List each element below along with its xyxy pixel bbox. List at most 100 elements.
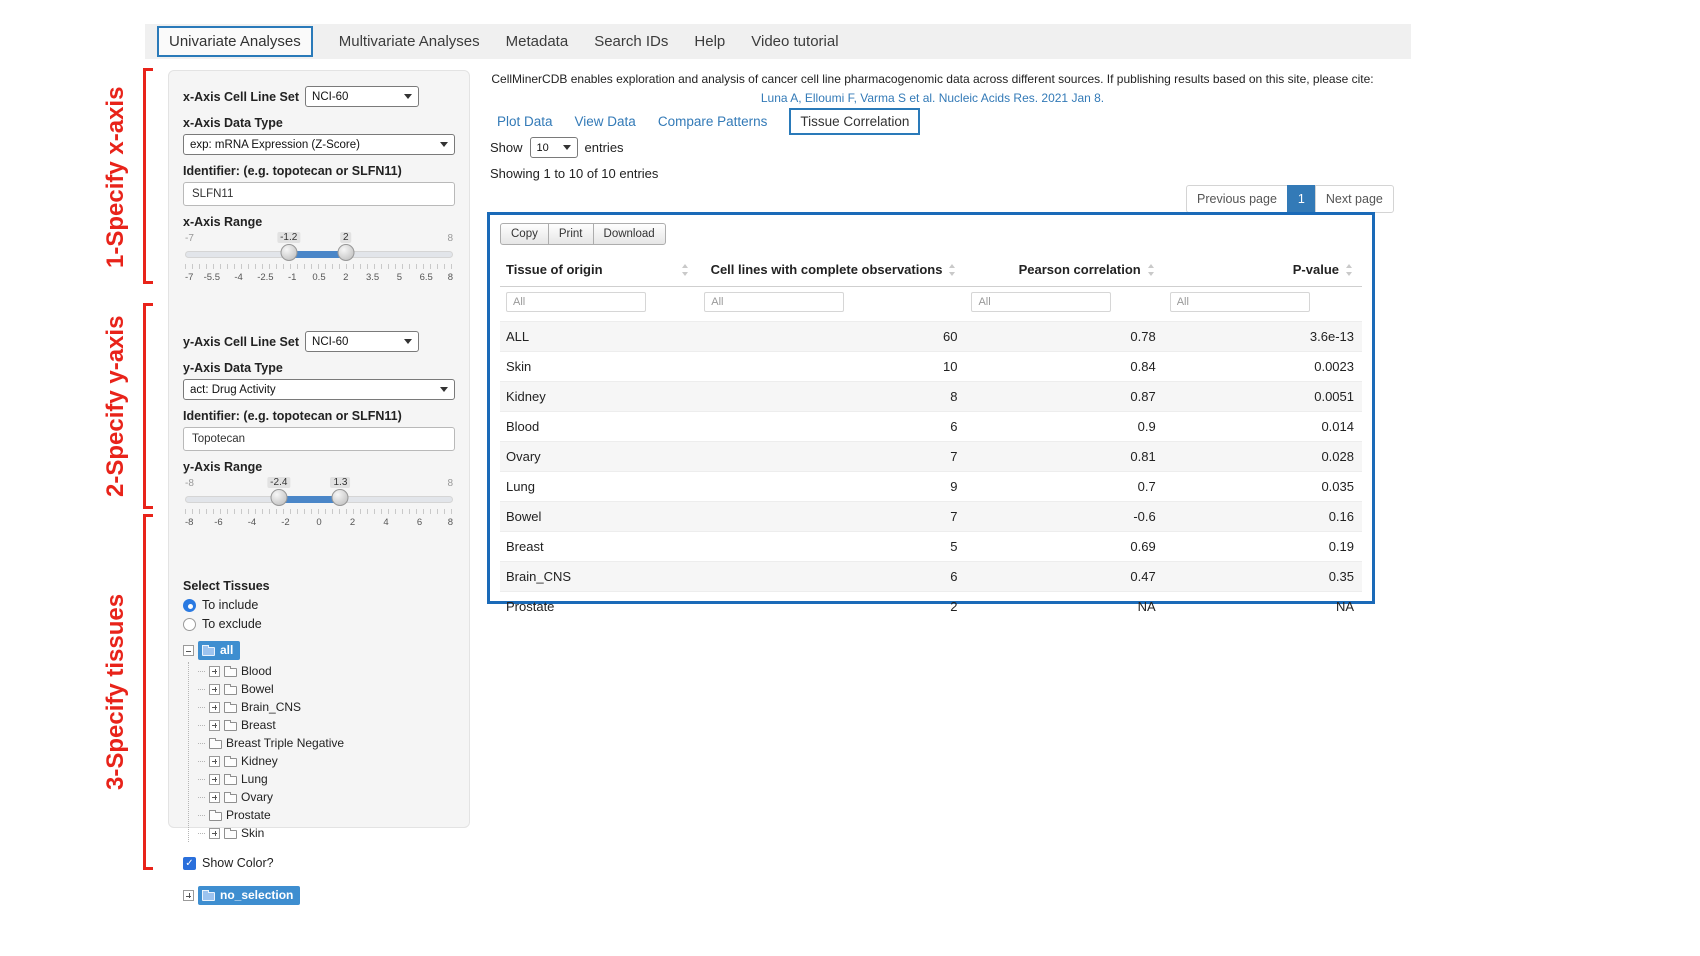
x-identifier-input[interactable] — [183, 182, 455, 206]
chevron-down-icon — [440, 387, 448, 392]
sort-icon[interactable] — [948, 263, 957, 277]
radio-unselected-icon[interactable] — [183, 618, 196, 631]
collapse-icon[interactable] — [183, 645, 194, 656]
col-pearson-correlation[interactable]: Pearson correlation — [965, 253, 1163, 287]
y-cell-line-set-select[interactable]: NCI-60 — [305, 331, 419, 352]
x-range-handle-from[interactable] — [280, 244, 297, 261]
tissue-tree: all Blood Bowel Brain_CNS — [183, 639, 455, 842]
tick-label: -1 — [288, 272, 296, 283]
nav-univariate-analyses[interactable]: Univariate Analyses — [157, 26, 313, 57]
tree-node-blood[interactable]: Blood — [198, 662, 455, 680]
nav-metadata[interactable]: Metadata — [506, 33, 569, 50]
exclude-radio-row[interactable]: To exclude — [183, 617, 455, 631]
table-row[interactable]: Breast 5 0.69 0.19 — [500, 532, 1362, 562]
copy-button[interactable]: Copy — [500, 223, 549, 245]
page-size-select[interactable]: 10 — [530, 137, 578, 158]
table-row[interactable]: Lung 9 0.7 0.035 — [500, 472, 1362, 502]
x-cell-line-set-value: NCI-60 — [312, 91, 348, 103]
y-range-handle-from[interactable] — [270, 489, 287, 506]
tab-view-data[interactable]: View Data — [575, 114, 636, 129]
tab-compare-patterns[interactable]: Compare Patterns — [658, 114, 768, 129]
chevron-down-icon — [404, 339, 412, 344]
tree-node-no-selection-chip[interactable]: no_selection — [198, 886, 300, 905]
expand-icon[interactable] — [209, 720, 220, 731]
tick-label: -2.5 — [257, 272, 273, 283]
table-row[interactable]: Ovary 7 0.81 0.028 — [500, 442, 1362, 472]
y-range-handle-to[interactable] — [332, 489, 349, 506]
sort-icon[interactable] — [1147, 263, 1156, 277]
expand-icon[interactable] — [209, 666, 220, 677]
table-export-buttons: Copy Print Download — [500, 223, 1362, 245]
sort-icon[interactable] — [1345, 263, 1354, 277]
cellminercdb-page: Univariate Analyses Multivariate Analyse… — [0, 0, 1700, 956]
tab-plot-data[interactable]: Plot Data — [497, 114, 553, 129]
folder-icon — [209, 812, 222, 821]
table-row[interactable]: Kidney 8 0.87 0.0051 — [500, 382, 1362, 412]
x-cell-line-set-select[interactable]: NCI-60 — [305, 86, 419, 107]
filter-tissue-input[interactable] — [506, 292, 646, 312]
tree-node-breast-triple-negative[interactable]: Breast Triple Negative — [198, 734, 455, 752]
tree-node-prostate[interactable]: Prostate — [198, 806, 455, 824]
table-row[interactable]: Prostate 2 NA NA — [500, 592, 1362, 622]
filter-pearson-input[interactable] — [971, 292, 1111, 312]
nav-help[interactable]: Help — [694, 33, 725, 50]
expand-icon[interactable] — [209, 792, 220, 803]
x-range-slider[interactable]: -7 8 -1.2 2 -7 -5.5 -4 -2.5 -1 0.5 2 3.5… — [185, 233, 453, 289]
citation-link[interactable]: Luna A, Elloumi F, Varma S et al. Nuclei… — [490, 91, 1375, 105]
x-data-type-select[interactable]: exp: mRNA Expression (Z-Score) — [183, 134, 455, 155]
nav-search-ids[interactable]: Search IDs — [594, 33, 668, 50]
table-row[interactable]: ALL 60 0.78 3.6e-13 — [500, 322, 1362, 352]
include-radio-row[interactable]: To include — [183, 598, 455, 612]
tree-node-all-chip[interactable]: all — [198, 641, 240, 660]
page-1-button[interactable]: 1 — [1287, 185, 1316, 213]
tree-node-all[interactable]: all — [183, 639, 455, 662]
previous-page-button[interactable]: Previous page — [1186, 185, 1288, 213]
y-range-slider[interactable]: -8 8 -2.4 1.3 -8 -6 -4 -2 0 2 4 6 8 — [185, 478, 453, 534]
y-identifier-input[interactable] — [183, 427, 455, 451]
table-row[interactable]: Blood 6 0.9 0.014 — [500, 412, 1362, 442]
y-data-type-select[interactable]: act: Drug Activity — [183, 379, 455, 400]
tab-tissue-correlation[interactable]: Tissue Correlation — [789, 108, 920, 135]
tree-node-ovary[interactable]: Ovary — [198, 788, 455, 806]
x-range-handle-to[interactable] — [337, 244, 354, 261]
sort-icon[interactable] — [681, 263, 690, 277]
filter-cell-lines-input[interactable] — [704, 292, 844, 312]
cell-p-value: 0.0051 — [1164, 382, 1362, 412]
tree-node-skin[interactable]: Skin — [198, 824, 455, 842]
next-page-button[interactable]: Next page — [1315, 185, 1394, 213]
nav-video-tutorial[interactable]: Video tutorial — [751, 33, 838, 50]
col-p-value[interactable]: P-value — [1164, 253, 1362, 287]
tree-node-label: Ovary — [241, 790, 273, 804]
tree-node-brain-cns[interactable]: Brain_CNS — [198, 698, 455, 716]
show-color-row[interactable]: Show Color? — [183, 856, 455, 870]
tree-node-lung[interactable]: Lung — [198, 770, 455, 788]
expand-icon[interactable] — [209, 756, 220, 767]
col-cell-lines[interactable]: Cell lines with complete observations — [698, 253, 965, 287]
radio-selected-icon[interactable] — [183, 599, 196, 612]
expand-icon[interactable] — [209, 702, 220, 713]
cell-p-value: 0.19 — [1164, 532, 1362, 562]
cell-p-value: 0.035 — [1164, 472, 1362, 502]
tree-node-kidney[interactable]: Kidney — [198, 752, 455, 770]
tree-node-bowel[interactable]: Bowel — [198, 680, 455, 698]
y-data-type-label: y-Axis Data Type — [183, 361, 455, 375]
table-row[interactable]: Skin 10 0.84 0.0023 — [500, 352, 1362, 382]
print-button[interactable]: Print — [548, 223, 594, 245]
tick-label: 6 — [417, 517, 422, 528]
expand-icon[interactable] — [209, 774, 220, 785]
expand-icon[interactable] — [183, 890, 194, 901]
table-row[interactable]: Brain_CNS 6 0.47 0.35 — [500, 562, 1362, 592]
tick-label: 6.5 — [420, 272, 433, 283]
y-cell-line-set-label: y-Axis Cell Line Set — [183, 335, 299, 349]
nav-multivariate-analyses[interactable]: Multivariate Analyses — [339, 33, 480, 50]
download-button[interactable]: Download — [593, 223, 666, 245]
filter-p-value-input[interactable] — [1170, 292, 1310, 312]
tree-node-no-selection[interactable]: no_selection — [183, 886, 455, 905]
expand-icon[interactable] — [209, 684, 220, 695]
tick-label: -7 — [185, 272, 193, 283]
expand-icon[interactable] — [209, 828, 220, 839]
col-tissue-of-origin[interactable]: Tissue of origin — [500, 253, 698, 287]
checkbox-checked-icon[interactable] — [183, 857, 196, 870]
table-row[interactable]: Bowel 7 -0.6 0.16 — [500, 502, 1362, 532]
tree-node-breast[interactable]: Breast — [198, 716, 455, 734]
